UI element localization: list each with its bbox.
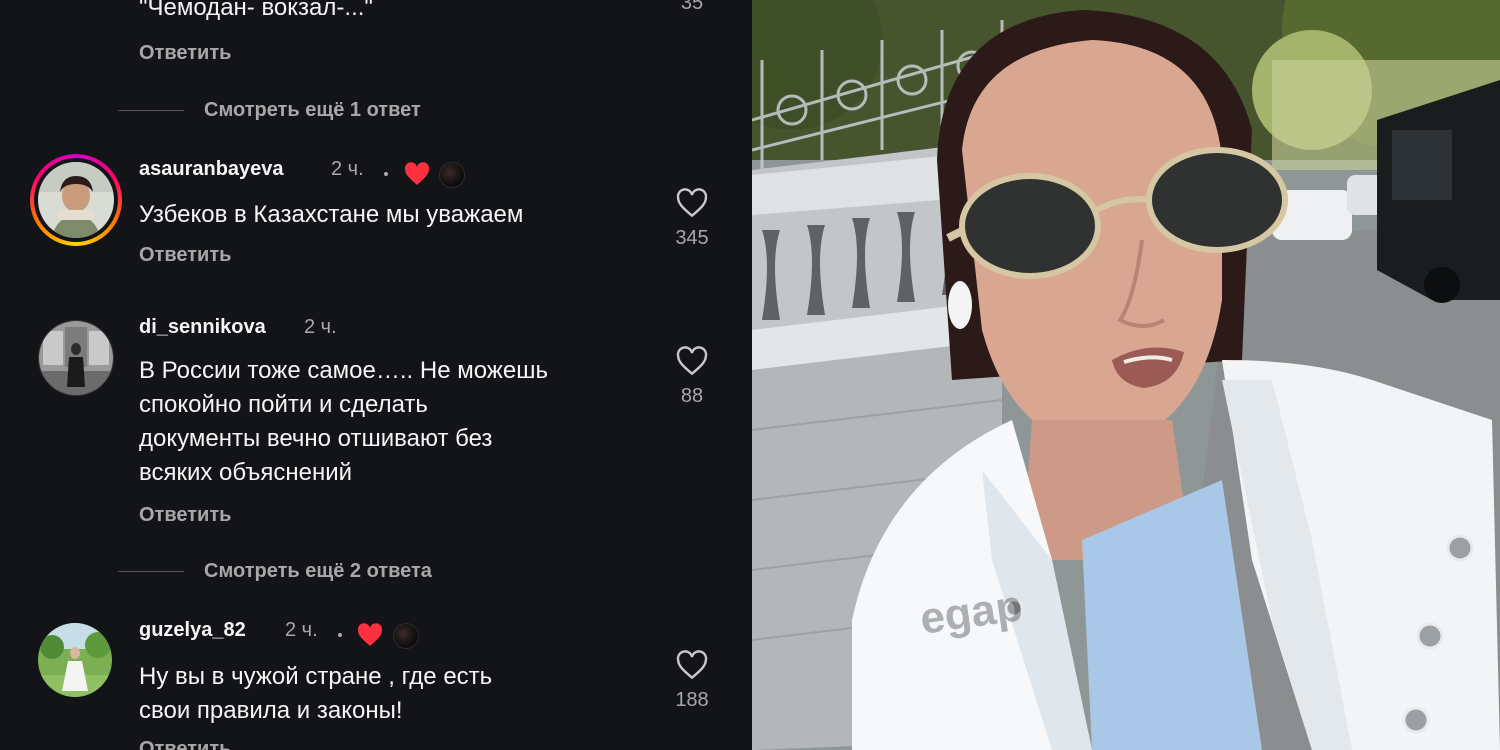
reply-button[interactable]: Ответить bbox=[139, 244, 231, 267]
comment-text: Ну вы в чужой стране , где есть свои пра… bbox=[139, 663, 493, 724]
like-count: 88 bbox=[680, 385, 704, 407]
heart-outline-icon bbox=[676, 650, 708, 680]
view-more-label: Смотреть ещё 2 ответа bbox=[204, 559, 432, 582]
comment-username[interactable]: guzelya_82 bbox=[139, 619, 246, 642]
video-still-image bbox=[752, 0, 1500, 750]
like-button[interactable]: 188 bbox=[662, 650, 722, 712]
avatar-photo bbox=[39, 321, 113, 395]
comment-time: 2 ч. bbox=[304, 316, 337, 338]
reply-button[interactable]: Ответить bbox=[139, 42, 231, 65]
avatar-photo bbox=[38, 162, 114, 238]
comment-text: В России тоже самое….. Не можешь спокойн… bbox=[139, 357, 548, 486]
avatar-photo bbox=[38, 623, 112, 697]
comment-text-partial: "Чемодан- вокзал-..." bbox=[139, 0, 373, 21]
heart-outline-icon bbox=[676, 346, 708, 376]
like-count: 35 bbox=[680, 0, 704, 14]
comment-time: 2 ч. bbox=[331, 158, 364, 180]
like-button[interactable]: 35 bbox=[662, 0, 722, 15]
view-more-replies-button[interactable]: Смотреть ещё 2 ответа bbox=[118, 556, 432, 586]
author-avatar-icon bbox=[393, 623, 419, 649]
separator-dot bbox=[338, 633, 342, 637]
heart-filled-icon bbox=[404, 162, 430, 185]
comment-username[interactable]: di_sennikova bbox=[139, 316, 266, 339]
video-frame[interactable]: egap bbox=[752, 0, 1500, 750]
comment-username[interactable]: asauranbayeva bbox=[139, 158, 284, 181]
avatar[interactable] bbox=[38, 162, 114, 238]
avatar[interactable] bbox=[38, 623, 112, 697]
like-button[interactable]: 345 bbox=[662, 188, 722, 250]
separator-dot bbox=[384, 172, 388, 176]
author-avatar-icon bbox=[439, 162, 465, 188]
like-count: 188 bbox=[675, 689, 709, 711]
avatar[interactable] bbox=[38, 320, 114, 396]
reply-button[interactable]: Ответить bbox=[139, 738, 231, 750]
comments-panel: "Чемодан- вокзал-..." Ответить 35 Смотре… bbox=[0, 0, 752, 750]
like-button[interactable]: 88 bbox=[662, 346, 722, 408]
view-more-label: Смотреть ещё 1 ответ bbox=[204, 98, 421, 121]
heart-filled-icon bbox=[357, 623, 383, 646]
comment-time: 2 ч. bbox=[285, 619, 318, 641]
view-more-replies-button[interactable]: Смотреть ещё 1 ответ bbox=[118, 95, 421, 125]
divider-line bbox=[118, 570, 184, 572]
heart-outline-icon bbox=[676, 188, 708, 218]
like-count: 345 bbox=[675, 227, 709, 249]
comment-text: Узбеков в Казахстане мы уважаем bbox=[139, 201, 524, 228]
reply-button[interactable]: Ответить bbox=[139, 504, 231, 527]
divider-line bbox=[118, 109, 184, 111]
screenshot-root: "Чемодан- вокзал-..." Ответить 35 Смотре… bbox=[0, 0, 1500, 750]
